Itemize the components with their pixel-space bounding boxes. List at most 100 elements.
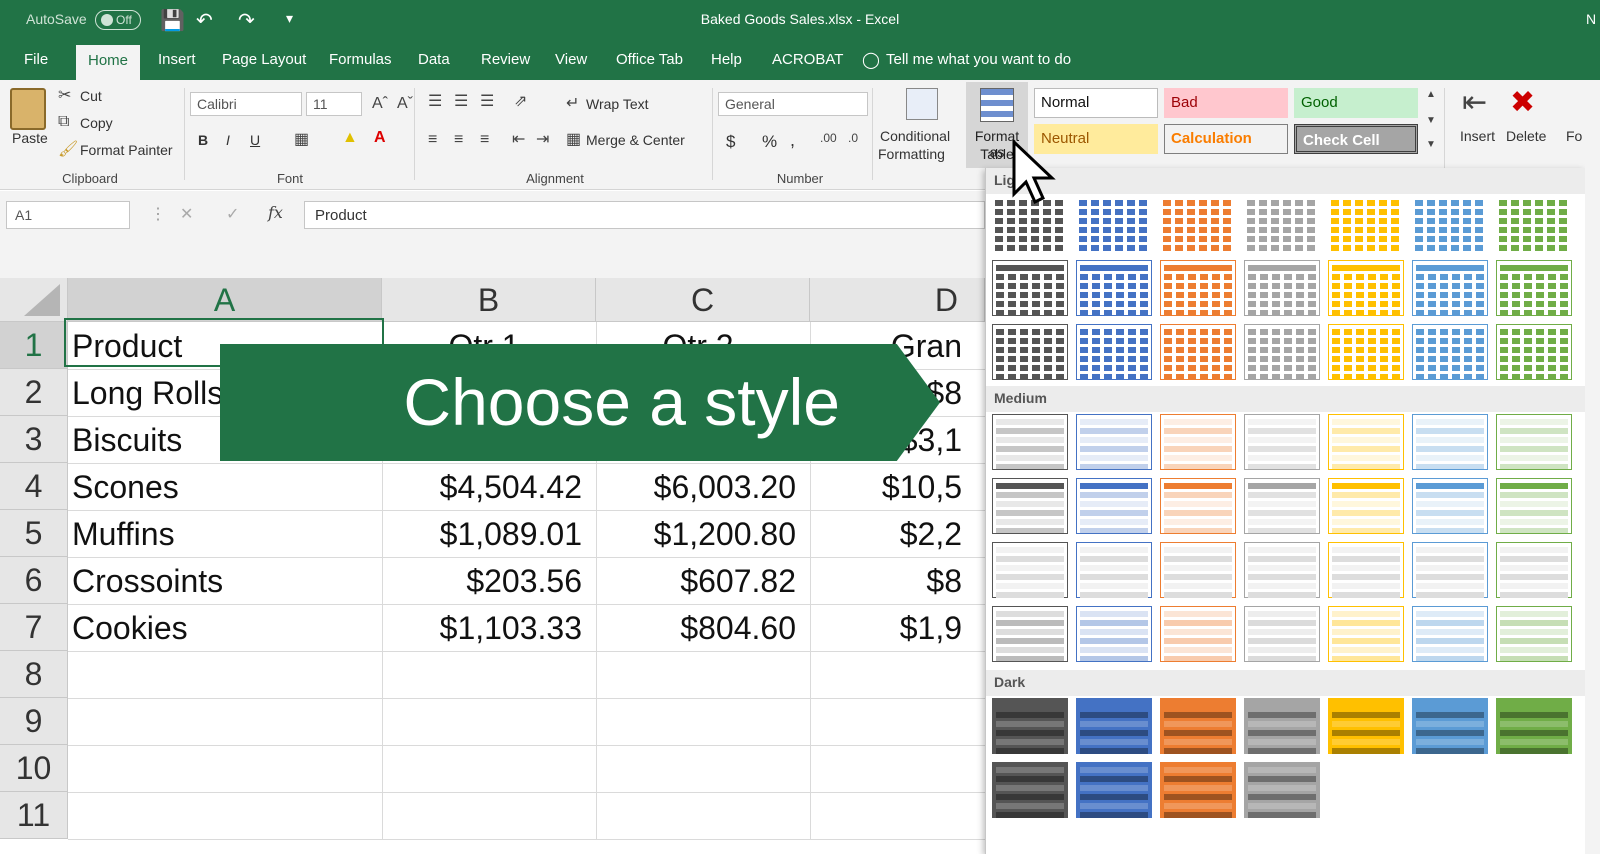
table-style-light3-blue[interactable] bbox=[1076, 324, 1152, 380]
increase-decimal-icon[interactable]: .00 bbox=[820, 132, 837, 144]
table-style-med4-orange[interactable] bbox=[1160, 606, 1236, 662]
table-style-light3-black[interactable] bbox=[992, 324, 1068, 380]
table-style-med1-gold[interactable] bbox=[1328, 414, 1404, 470]
style-calculation[interactable]: Calculation bbox=[1164, 124, 1288, 154]
table-style-med3-gold[interactable] bbox=[1328, 542, 1404, 598]
table-style-light1-gray[interactable] bbox=[1244, 196, 1320, 252]
font-size-combo[interactable]: 11 bbox=[306, 92, 362, 116]
table-style-light2-blue[interactable] bbox=[1076, 260, 1152, 316]
enter-icon[interactable]: ✓ bbox=[226, 207, 239, 223]
table-style-med1-gray[interactable] bbox=[1244, 414, 1320, 470]
align-right-icon[interactable]: ≡ bbox=[480, 132, 489, 148]
table-style-light3-orange[interactable] bbox=[1160, 324, 1236, 380]
name-box[interactable]: A1 bbox=[6, 201, 130, 229]
cell-c4[interactable]: $6,003.20 bbox=[600, 467, 796, 508]
tab-office-tab[interactable]: Office Tab bbox=[606, 40, 693, 80]
tab-acrobat[interactable]: ACROBAT bbox=[762, 40, 853, 80]
styles-more-icon[interactable]: ▼ bbox=[1426, 140, 1436, 150]
top-align-icon[interactable]: ☰ bbox=[428, 94, 442, 110]
tab-file[interactable]: File bbox=[14, 40, 58, 80]
paste-button[interactable]: Paste bbox=[12, 130, 48, 146]
tell-me-search[interactable]: Tell me what you want to do bbox=[876, 40, 1081, 80]
table-style-dark2-orange[interactable] bbox=[1160, 762, 1236, 818]
tab-help[interactable]: Help bbox=[701, 40, 752, 80]
increase-font-icon[interactable]: Aˆ bbox=[372, 96, 388, 112]
row-header-6[interactable]: 6 bbox=[0, 557, 68, 604]
table-style-light2-black[interactable] bbox=[992, 260, 1068, 316]
table-style-dark2-black[interactable] bbox=[992, 762, 1068, 818]
cell-b6[interactable]: $203.56 bbox=[386, 561, 582, 602]
table-style-med3-blue[interactable] bbox=[1076, 542, 1152, 598]
style-bad[interactable]: Bad bbox=[1164, 88, 1288, 118]
merge-center-button[interactable]: Merge & Center bbox=[586, 132, 685, 148]
table-style-light3-green[interactable] bbox=[1496, 324, 1572, 380]
format-painter-icon[interactable]: 🖌 bbox=[58, 142, 78, 158]
font-name-combo[interactable]: Calibri bbox=[190, 92, 302, 116]
table-style-dark1-gold[interactable] bbox=[1328, 698, 1404, 754]
table-style-dark1-lightblue[interactable] bbox=[1412, 698, 1488, 754]
tab-review[interactable]: Review bbox=[471, 40, 540, 80]
bold-button[interactable]: B bbox=[198, 132, 208, 148]
table-style-med4-gold[interactable] bbox=[1328, 606, 1404, 662]
cell-c7[interactable]: $804.60 bbox=[600, 608, 796, 649]
column-header-c[interactable]: C bbox=[596, 278, 810, 322]
column-header-d[interactable]: D bbox=[810, 278, 985, 322]
table-style-dark1-gray[interactable] bbox=[1244, 698, 1320, 754]
paste-icon[interactable] bbox=[10, 88, 46, 130]
tab-insert[interactable]: Insert bbox=[148, 40, 206, 80]
select-all-corner[interactable] bbox=[0, 278, 68, 322]
styles-scroll-up-icon[interactable]: ▲ bbox=[1426, 90, 1436, 100]
table-style-med3-orange[interactable] bbox=[1160, 542, 1236, 598]
underline-button[interactable]: U bbox=[250, 132, 260, 148]
table-style-light3-lightblue[interactable] bbox=[1412, 324, 1488, 380]
table-style-med4-blue[interactable] bbox=[1076, 606, 1152, 662]
table-style-med3-lightblue[interactable] bbox=[1412, 542, 1488, 598]
font-color-icon[interactable]: A bbox=[374, 130, 386, 146]
style-good[interactable]: Good bbox=[1294, 88, 1418, 118]
cut-button[interactable]: Cut bbox=[80, 88, 102, 104]
row-header-2[interactable]: 2 bbox=[0, 369, 68, 416]
copy-button[interactable]: Copy bbox=[80, 115, 113, 131]
cell-d6[interactable]: $8 bbox=[814, 561, 962, 602]
table-style-med4-green[interactable] bbox=[1496, 606, 1572, 662]
table-style-med3-gray[interactable] bbox=[1244, 542, 1320, 598]
table-style-med1-green[interactable] bbox=[1496, 414, 1572, 470]
user-initial[interactable]: N bbox=[1586, 11, 1596, 27]
table-style-light1-orange[interactable] bbox=[1160, 196, 1236, 252]
row-header-5[interactable]: 5 bbox=[0, 510, 68, 557]
center-icon[interactable]: ≡ bbox=[454, 132, 463, 148]
table-style-med4-black[interactable] bbox=[992, 606, 1068, 662]
table-style-med4-gray[interactable] bbox=[1244, 606, 1320, 662]
cell-d7[interactable]: $1,9 bbox=[814, 608, 962, 649]
table-style-light1-green[interactable] bbox=[1496, 196, 1572, 252]
cell-b5[interactable]: $1,089.01 bbox=[386, 514, 582, 555]
cut-icon[interactable]: ✂ bbox=[58, 88, 71, 104]
row-header-11[interactable]: 11 bbox=[0, 792, 68, 839]
table-style-dark1-blue[interactable] bbox=[1076, 698, 1152, 754]
style-check-cell[interactable]: Check Cell bbox=[1294, 124, 1418, 154]
table-style-light3-gray[interactable] bbox=[1244, 324, 1320, 380]
table-style-dark2-blue[interactable] bbox=[1076, 762, 1152, 818]
row-header-10[interactable]: 10 bbox=[0, 745, 68, 792]
table-style-gallery[interactable]: Light Medium Dark bbox=[985, 168, 1586, 854]
table-style-dark1-green[interactable] bbox=[1496, 698, 1572, 754]
currency-button[interactable]: $ bbox=[726, 132, 735, 152]
row-header-1[interactable]: 1 bbox=[0, 322, 68, 369]
row-header-8[interactable]: 8 bbox=[0, 651, 68, 698]
delete-cells-icon[interactable]: ✖ bbox=[1510, 88, 1535, 118]
table-style-dark1-black[interactable] bbox=[992, 698, 1068, 754]
cell-b7[interactable]: $1,103.33 bbox=[386, 608, 582, 649]
insert-cells-icon[interactable]: ⇤ bbox=[1462, 88, 1487, 118]
table-style-med2-gray[interactable] bbox=[1244, 478, 1320, 534]
table-style-light2-lightblue[interactable] bbox=[1412, 260, 1488, 316]
fill-color-icon[interactable]: ▲ bbox=[342, 130, 358, 146]
table-style-med2-green[interactable] bbox=[1496, 478, 1572, 534]
row-header-9[interactable]: 9 bbox=[0, 698, 68, 745]
row-header-3[interactable]: 3 bbox=[0, 416, 68, 463]
table-style-med2-lightblue[interactable] bbox=[1412, 478, 1488, 534]
format-painter-button[interactable]: Format Painter bbox=[80, 142, 173, 158]
table-style-med1-blue[interactable] bbox=[1076, 414, 1152, 470]
cell-a5[interactable]: Muffins bbox=[72, 514, 376, 555]
delete-cells-button[interactable]: Delete bbox=[1506, 128, 1546, 144]
table-style-light3-gold[interactable] bbox=[1328, 324, 1404, 380]
